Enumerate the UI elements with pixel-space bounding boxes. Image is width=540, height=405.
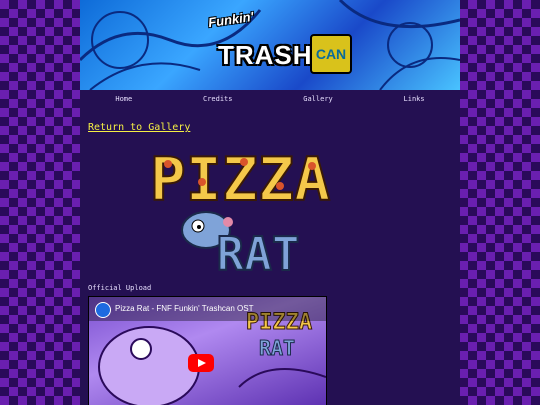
nav-home[interactable]: Home <box>115 95 132 103</box>
return-to-gallery-link[interactable]: Return to Gallery <box>88 122 190 133</box>
nav-gallery[interactable]: Gallery <box>303 95 333 103</box>
main-nav: Home Credits Gallery Links <box>80 90 460 108</box>
page-container: Funkin' TRASH CAN Home Credits Gallery L… <box>80 0 460 405</box>
logo-can-icon: CAN <box>310 34 352 74</box>
channel-avatar[interactable] <box>95 302 111 318</box>
art-pizza-word: PIZZA <box>150 145 331 215</box>
nav-links[interactable]: Links <box>404 95 425 103</box>
thumb-rat-word: RAT <box>259 336 295 360</box>
youtube-embed[interactable]: PIZZA RAT Pizza Rat - FNF Funkin' Trashc… <box>88 296 327 405</box>
video-title[interactable]: Pizza Rat - FNF Funkin' Trashcan OST <box>115 304 253 313</box>
logo-trash-text: TRASH <box>218 40 313 70</box>
art-rat-word: RAT <box>216 227 299 277</box>
play-button[interactable] <box>188 354 214 372</box>
pizza-rat-artwork: PIZZA RAT <box>149 144 332 277</box>
video-title-bar: Pizza Rat - FNF Funkin' Trashcan OST <box>89 297 326 321</box>
header-banner: Funkin' TRASH CAN <box>80 0 460 90</box>
nav-credits[interactable]: Credits <box>203 95 233 103</box>
official-upload-caption: Official Upload <box>88 284 152 292</box>
